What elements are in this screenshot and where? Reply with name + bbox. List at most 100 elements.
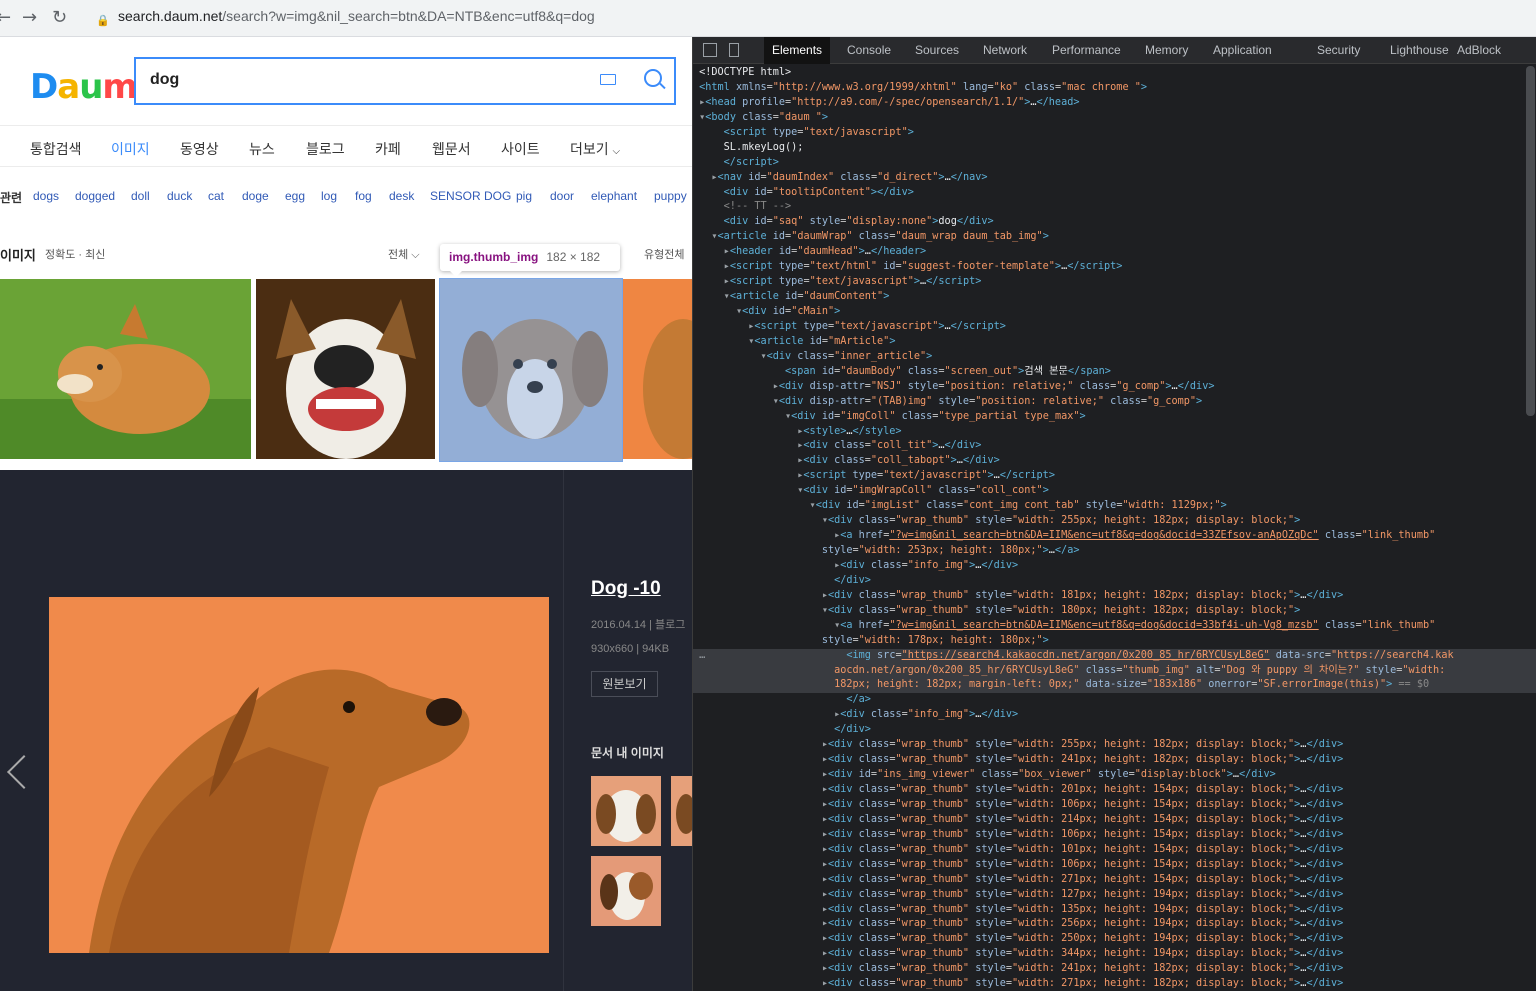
dom-node: ▸<div class="coll_tit">…</div> <box>797 440 982 452</box>
tab-news[interactable]: 뉴스 <box>249 139 275 159</box>
related-link[interactable]: puppy <box>654 189 687 203</box>
dom-node: ▸<div class="wrap_thumb" style="width: 2… <box>821 813 1344 825</box>
dom-node: ▸<div class="wrap_thumb" style="width: 1… <box>821 888 1344 900</box>
related-label: 관련 <box>0 191 23 205</box>
tab-web[interactable]: 웹문서 <box>432 139 471 159</box>
tab-more[interactable]: 더보기 ⌵ <box>570 139 620 159</box>
dom-node: ▸<div class="info_img">…</div> <box>834 559 1019 571</box>
dom-node: ▾<div disp-attr="(TAB)img" style="positi… <box>772 395 1203 407</box>
original-view-button[interactable]: 원본보기 <box>591 671 658 697</box>
device-toolbar-icon[interactable] <box>729 43 739 57</box>
dom-node: ▾<div class="inner_article"> <box>760 350 933 362</box>
image-thumb-highlighted[interactable] <box>439 278 623 462</box>
tab-network[interactable]: Network <box>983 43 1027 57</box>
type-filter[interactable]: 유형전체 <box>644 246 684 262</box>
dom-node: ▾<a href="?w=img&nil_search=btn&DA=IIM&e… <box>834 619 1436 631</box>
dom-node: ▸<div class="wrap_thumb" style="width: 2… <box>821 784 1344 795</box>
doc-image-thumb[interactable] <box>591 776 661 846</box>
related-link[interactable]: desk <box>389 189 414 203</box>
dom-node: ▸<div class="wrap_thumb" style="width: 1… <box>821 828 1344 840</box>
dom-node: </a> <box>846 694 871 706</box>
related-link[interactable]: door <box>550 189 574 203</box>
dom-node: ▸<div id="ins_img_viewer" class="box_vie… <box>821 769 1276 781</box>
search-icon[interactable] <box>644 69 662 87</box>
dom-node: style="width: 178px; height: 180px;"> <box>821 634 1049 646</box>
dom-node: <!DOCTYPE html> <box>699 67 792 78</box>
tab-elements[interactable]: Elements <box>764 37 831 64</box>
tab-total[interactable]: 통합검색 <box>30 139 82 159</box>
dom-node: ▸<style>…</style> <box>797 425 902 437</box>
dom-node: ▾<article id="mArticle"> <box>748 335 896 347</box>
tab-console[interactable]: Console <box>847 43 891 57</box>
dom-node: ▾<div id="imgWrapColl" class="coll_cont"… <box>797 485 1049 497</box>
dom-node: ▸<div class="wrap_thumb" style="width: 1… <box>821 858 1344 870</box>
dom-node: ▾<article id="daumWrap" class="daum_wrap… <box>711 231 1049 243</box>
sort-options[interactable]: 정확도 · 최신 <box>45 246 105 262</box>
tab-performance[interactable]: Performance <box>1052 43 1121 57</box>
dom-node: ▸<div class="wrap_thumb" style="width: 1… <box>821 843 1344 855</box>
related-link[interactable]: elephant <box>591 189 637 203</box>
prev-arrow-icon[interactable] <box>7 755 41 789</box>
tab-application[interactable]: Application <box>1213 43 1272 57</box>
search-input[interactable] <box>150 71 570 89</box>
image-thumb[interactable] <box>0 279 251 459</box>
dom-node: ▾<div id="imgList" class="cont_img cont_… <box>809 500 1227 512</box>
dom-node: ▾<div id="cMain"> <box>735 306 841 317</box>
related-link[interactable]: log <box>321 189 337 203</box>
tab-blog[interactable]: 블로그 <box>306 139 345 159</box>
dom-tree[interactable]: <!DOCTYPE html> <html xmlns="http://www.… <box>693 66 1536 991</box>
dom-node: ▸<a href="?w=img&nil_search=btn&DA=IIM&e… <box>834 530 1436 542</box>
address-bar[interactable]: search.daum.net/search?w=img&nil_search=… <box>118 8 595 24</box>
dom-node: </div> <box>834 724 871 736</box>
related-link[interactable]: pig <box>516 189 532 203</box>
tab-site[interactable]: 사이트 <box>501 139 540 159</box>
devtools-panel: Elements Console Sources Network Perform… <box>692 37 1536 991</box>
filter-all[interactable]: 전체 ⌵ <box>388 246 420 262</box>
back-icon[interactable]: ← <box>0 8 11 28</box>
dom-node: ▸<div class="wrap_thumb" style="width: 1… <box>821 589 1344 601</box>
viewer-title[interactable]: Dog -10 <box>591 578 661 600</box>
doc-image-thumb[interactable] <box>671 776 692 846</box>
tab-lighthouse[interactable]: Lighthouse <box>1390 43 1449 57</box>
dom-node: ▸<div class="coll_tabopt">…</div> <box>797 455 1000 467</box>
tab-cafe[interactable]: 카페 <box>375 139 401 159</box>
related-keywords: 관련 dogs dogged doll duck cat doge egg lo… <box>0 185 692 221</box>
image-section-title: 이미지 <box>0 248 36 263</box>
tab-video[interactable]: 동영상 <box>180 139 219 159</box>
doc-images-label: 문서 내 이미지 <box>591 746 664 760</box>
dom-node: ▸<nav id="daumIndex" class="d_direct">…<… <box>711 171 988 183</box>
devtools-scrollbar[interactable] <box>1526 66 1535 416</box>
dom-node-selected: … <img src="https://search4.kakaocdn.net… <box>693 648 1536 664</box>
daum-logo[interactable]: Daum <box>30 67 138 107</box>
dom-node: ▾<div class="wrap_thumb" style="width: 2… <box>821 515 1301 527</box>
related-link[interactable]: doge <box>242 189 269 203</box>
forward-icon[interactable]: → <box>22 8 37 28</box>
related-link[interactable]: dogs <box>33 189 59 203</box>
related-link[interactable]: duck <box>167 189 192 203</box>
related-link[interactable]: cat <box>208 189 224 203</box>
dom-node: ▸<div class="wrap_thumb" style="width: 1… <box>821 903 1344 915</box>
related-link[interactable]: egg <box>285 189 305 203</box>
keyboard-icon[interactable] <box>600 74 616 85</box>
related-link[interactable]: dogged <box>75 189 115 203</box>
image-thumb[interactable] <box>623 279 692 459</box>
devtools-tabbar: Elements Console Sources Network Perform… <box>693 37 1536 64</box>
tab-sources[interactable]: Sources <box>915 43 959 57</box>
tab-image[interactable]: 이미지 <box>111 139 150 159</box>
viewer-date: 2016.04.14 | 블로그 <box>591 619 686 631</box>
related-link[interactable]: doll <box>131 189 150 203</box>
dom-node: ▸<header id="daumHead">…</header> <box>723 246 927 258</box>
dom-node: ▾<body class="daum "> <box>699 111 828 123</box>
url-path: /search?w=img&nil_search=btn&DA=NTB&enc=… <box>222 8 595 24</box>
related-link[interactable]: fog <box>355 189 372 203</box>
tab-security[interactable]: Security <box>1317 43 1360 57</box>
inspect-icon[interactable] <box>703 43 717 57</box>
doc-image-thumb[interactable] <box>591 856 661 926</box>
dom-node: ▸<div class="wrap_thumb" style="width: 2… <box>821 918 1344 930</box>
tab-memory[interactable]: Memory <box>1145 43 1188 57</box>
viewer-main-image <box>49 597 549 953</box>
image-thumb[interactable] <box>256 279 435 459</box>
reload-icon[interactable]: ↻ <box>52 8 67 28</box>
tab-adblock[interactable]: AdBlock <box>1457 43 1501 57</box>
related-link[interactable]: SENSOR DOG <box>430 189 511 203</box>
